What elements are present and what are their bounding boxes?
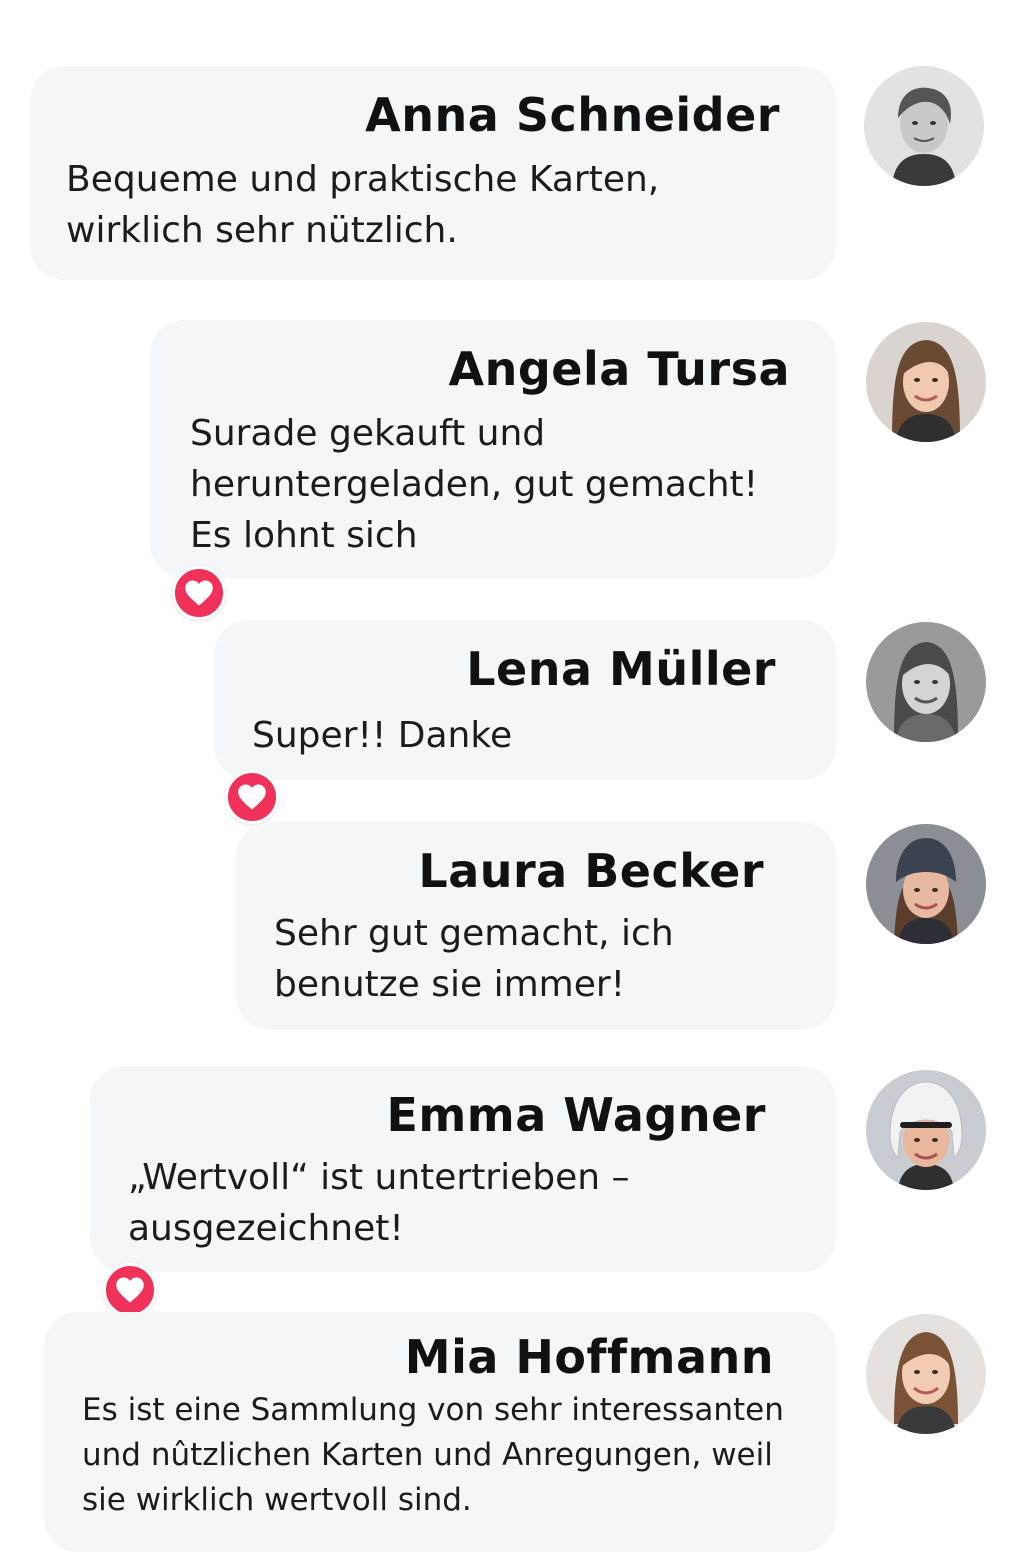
avatar-photo-icon (864, 66, 984, 186)
heart-icon (116, 1277, 144, 1303)
comment-bubble[interactable]: Laura Becker Sehr gut gemacht, ich benut… (236, 822, 836, 1030)
avatar-photo-helmet-icon (866, 1070, 986, 1190)
comment-bubble[interactable]: Lena Müller Super!! Danke (214, 620, 836, 780)
comment-text: Bequeme und praktische Karten, wirklich … (66, 159, 660, 251)
comment-text: „Wertvoll“ ist untertrieben – ausgezeich… (128, 1157, 630, 1249)
comment-bubble[interactable]: Anna Schneider Bequeme und praktische Ka… (30, 66, 836, 280)
comment-author: Mia Hoffmann (404, 1330, 774, 1384)
heart-icon (185, 580, 213, 606)
avatar[interactable] (866, 622, 986, 742)
comment-text: Surade gekauft und heruntergeladen, gut … (190, 413, 759, 556)
like-button[interactable] (225, 770, 279, 824)
comment-author: Anna Schneider (365, 88, 780, 142)
avatar[interactable] (866, 1314, 986, 1434)
comment-bubble[interactable]: Angela Tursa Surade gekauft und herunter… (150, 320, 836, 578)
comment-author: Laura Becker (418, 844, 764, 898)
like-button[interactable] (103, 1263, 157, 1317)
comment-text: Sehr gut gemacht, ich benutze sie immer! (274, 913, 674, 1005)
comment-text: Es ist eine Sammlung von sehr interessan… (82, 1392, 784, 1518)
avatar-photo-beanie-icon (866, 824, 986, 944)
comment-bubble[interactable]: Emma Wagner „Wertvoll“ ist untertrieben … (90, 1066, 836, 1272)
like-button[interactable] (172, 566, 226, 620)
avatar[interactable] (866, 1070, 986, 1190)
comment-bubble[interactable]: Mia Hoffmann Es ist eine Sammlung von se… (44, 1312, 836, 1552)
avatar[interactable] (866, 322, 986, 442)
comment-author: Angela Tursa (448, 342, 790, 396)
comment-author: Lena Müller (466, 642, 776, 696)
avatar-photo-icon (866, 322, 986, 442)
avatar-photo-icon (866, 1314, 986, 1434)
comment-author: Emma Wagner (386, 1088, 766, 1142)
avatar[interactable] (864, 66, 984, 186)
avatar-photo-icon (866, 622, 986, 742)
heart-icon (238, 784, 266, 810)
comment-text: Super!! Danke (252, 715, 513, 756)
avatar[interactable] (866, 824, 986, 944)
